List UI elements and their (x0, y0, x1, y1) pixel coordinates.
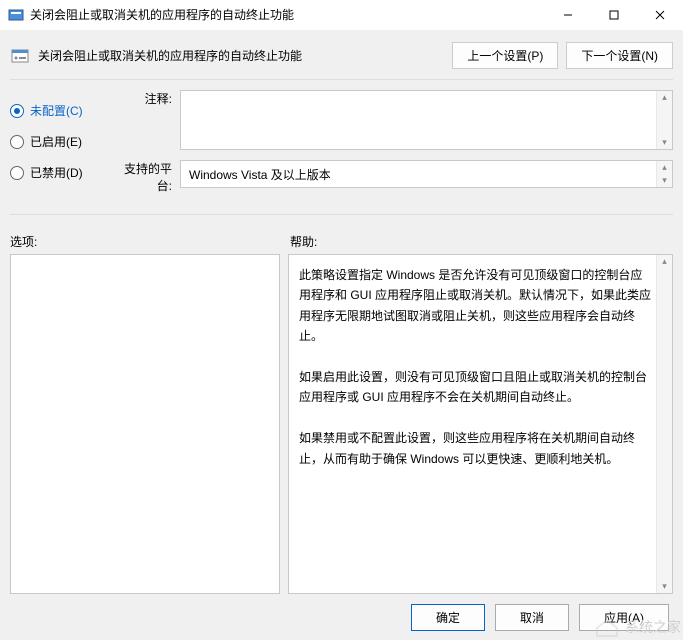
app-icon (8, 7, 24, 23)
window-controls (545, 0, 683, 30)
policy-title: 关闭会阻止或取消关机的应用程序的自动终止功能 (38, 47, 444, 64)
config-row: 未配置(C) 已启用(E) 已禁用(D) 注释: ▴ ▾ (10, 90, 673, 200)
close-button[interactable] (637, 0, 683, 30)
radio-not-configured[interactable]: 未配置(C) (10, 102, 110, 119)
panel-labels: 选项: 帮助: (10, 233, 673, 250)
help-paragraph: 如果禁用或不配置此设置，则这些应用程序将在关机期间自动终止，从而有助于确保 Wi… (299, 428, 652, 469)
options-label: 选项: (10, 233, 290, 250)
scroll-down-icon: ▾ (662, 176, 667, 185)
scroll-up-icon: ▴ (662, 257, 667, 266)
platform-value: Windows Vista 及以上版本 (189, 168, 331, 182)
apply-button[interactable]: 应用(A) (579, 604, 669, 631)
radio-label: 已禁用(D) (30, 164, 83, 181)
help-panel: 此策略设置指定 Windows 是否允许没有可见顶级窗口的控制台应用程序和 GU… (288, 254, 673, 594)
radio-dot-icon (10, 104, 24, 118)
separator (10, 79, 673, 80)
help-label: 帮助: (290, 233, 317, 250)
content-area: 关闭会阻止或取消关机的应用程序的自动终止功能 上一个设置(P) 下一个设置(N)… (0, 30, 683, 640)
panels: 此策略设置指定 Windows 是否允许没有可见顶级窗口的控制台应用程序和 GU… (10, 254, 673, 594)
platform-label: 支持的平台: (110, 160, 180, 194)
ok-button[interactable]: 确定 (411, 604, 485, 631)
comment-label: 注释: (110, 90, 180, 150)
separator (10, 214, 673, 215)
comment-row: 注释: ▴ ▾ (110, 90, 673, 150)
title-bar: 关闭会阻止或取消关机的应用程序的自动终止功能 (0, 0, 683, 30)
comment-textarea[interactable]: ▴ ▾ (180, 90, 673, 150)
scroll-up-icon: ▴ (662, 93, 667, 102)
cancel-button[interactable]: 取消 (495, 604, 569, 631)
radio-disabled[interactable]: 已禁用(D) (10, 164, 110, 181)
scroll-down-icon: ▾ (662, 138, 667, 147)
footer: 确定 取消 应用(A) (10, 594, 673, 631)
scrollbar[interactable]: ▴ ▾ (656, 91, 672, 149)
scrollbar[interactable]: ▴ ▾ (656, 255, 672, 593)
radio-label: 未配置(C) (30, 102, 83, 119)
radio-dot-icon (10, 166, 24, 180)
minimize-button[interactable] (545, 0, 591, 30)
radio-group: 未配置(C) 已启用(E) 已禁用(D) (10, 90, 110, 200)
policy-icon (10, 46, 30, 66)
scroll-down-icon: ▾ (662, 582, 667, 591)
options-panel (10, 254, 280, 594)
radio-enabled[interactable]: 已启用(E) (10, 133, 110, 150)
radio-label: 已启用(E) (30, 133, 82, 150)
maximize-button[interactable] (591, 0, 637, 30)
scrollbar[interactable]: ▴ ▾ (656, 161, 672, 187)
radio-dot-icon (10, 135, 24, 149)
help-paragraph: 此策略设置指定 Windows 是否允许没有可见顶级窗口的控制台应用程序和 GU… (299, 265, 652, 347)
platform-row: 支持的平台: Windows Vista 及以上版本 ▴ ▾ (110, 160, 673, 194)
header-bar: 关闭会阻止或取消关机的应用程序的自动终止功能 上一个设置(P) 下一个设置(N) (10, 30, 673, 79)
previous-setting-button[interactable]: 上一个设置(P) (452, 42, 558, 69)
next-setting-button[interactable]: 下一个设置(N) (566, 42, 673, 69)
scroll-up-icon: ▴ (662, 163, 667, 172)
window-title: 关闭会阻止或取消关机的应用程序的自动终止功能 (30, 0, 545, 30)
platform-field: Windows Vista 及以上版本 ▴ ▾ (180, 160, 673, 188)
help-paragraph: 如果启用此设置，则没有可见顶级窗口且阻止或取消关机的控制台应用程序或 GUI 应… (299, 367, 652, 408)
